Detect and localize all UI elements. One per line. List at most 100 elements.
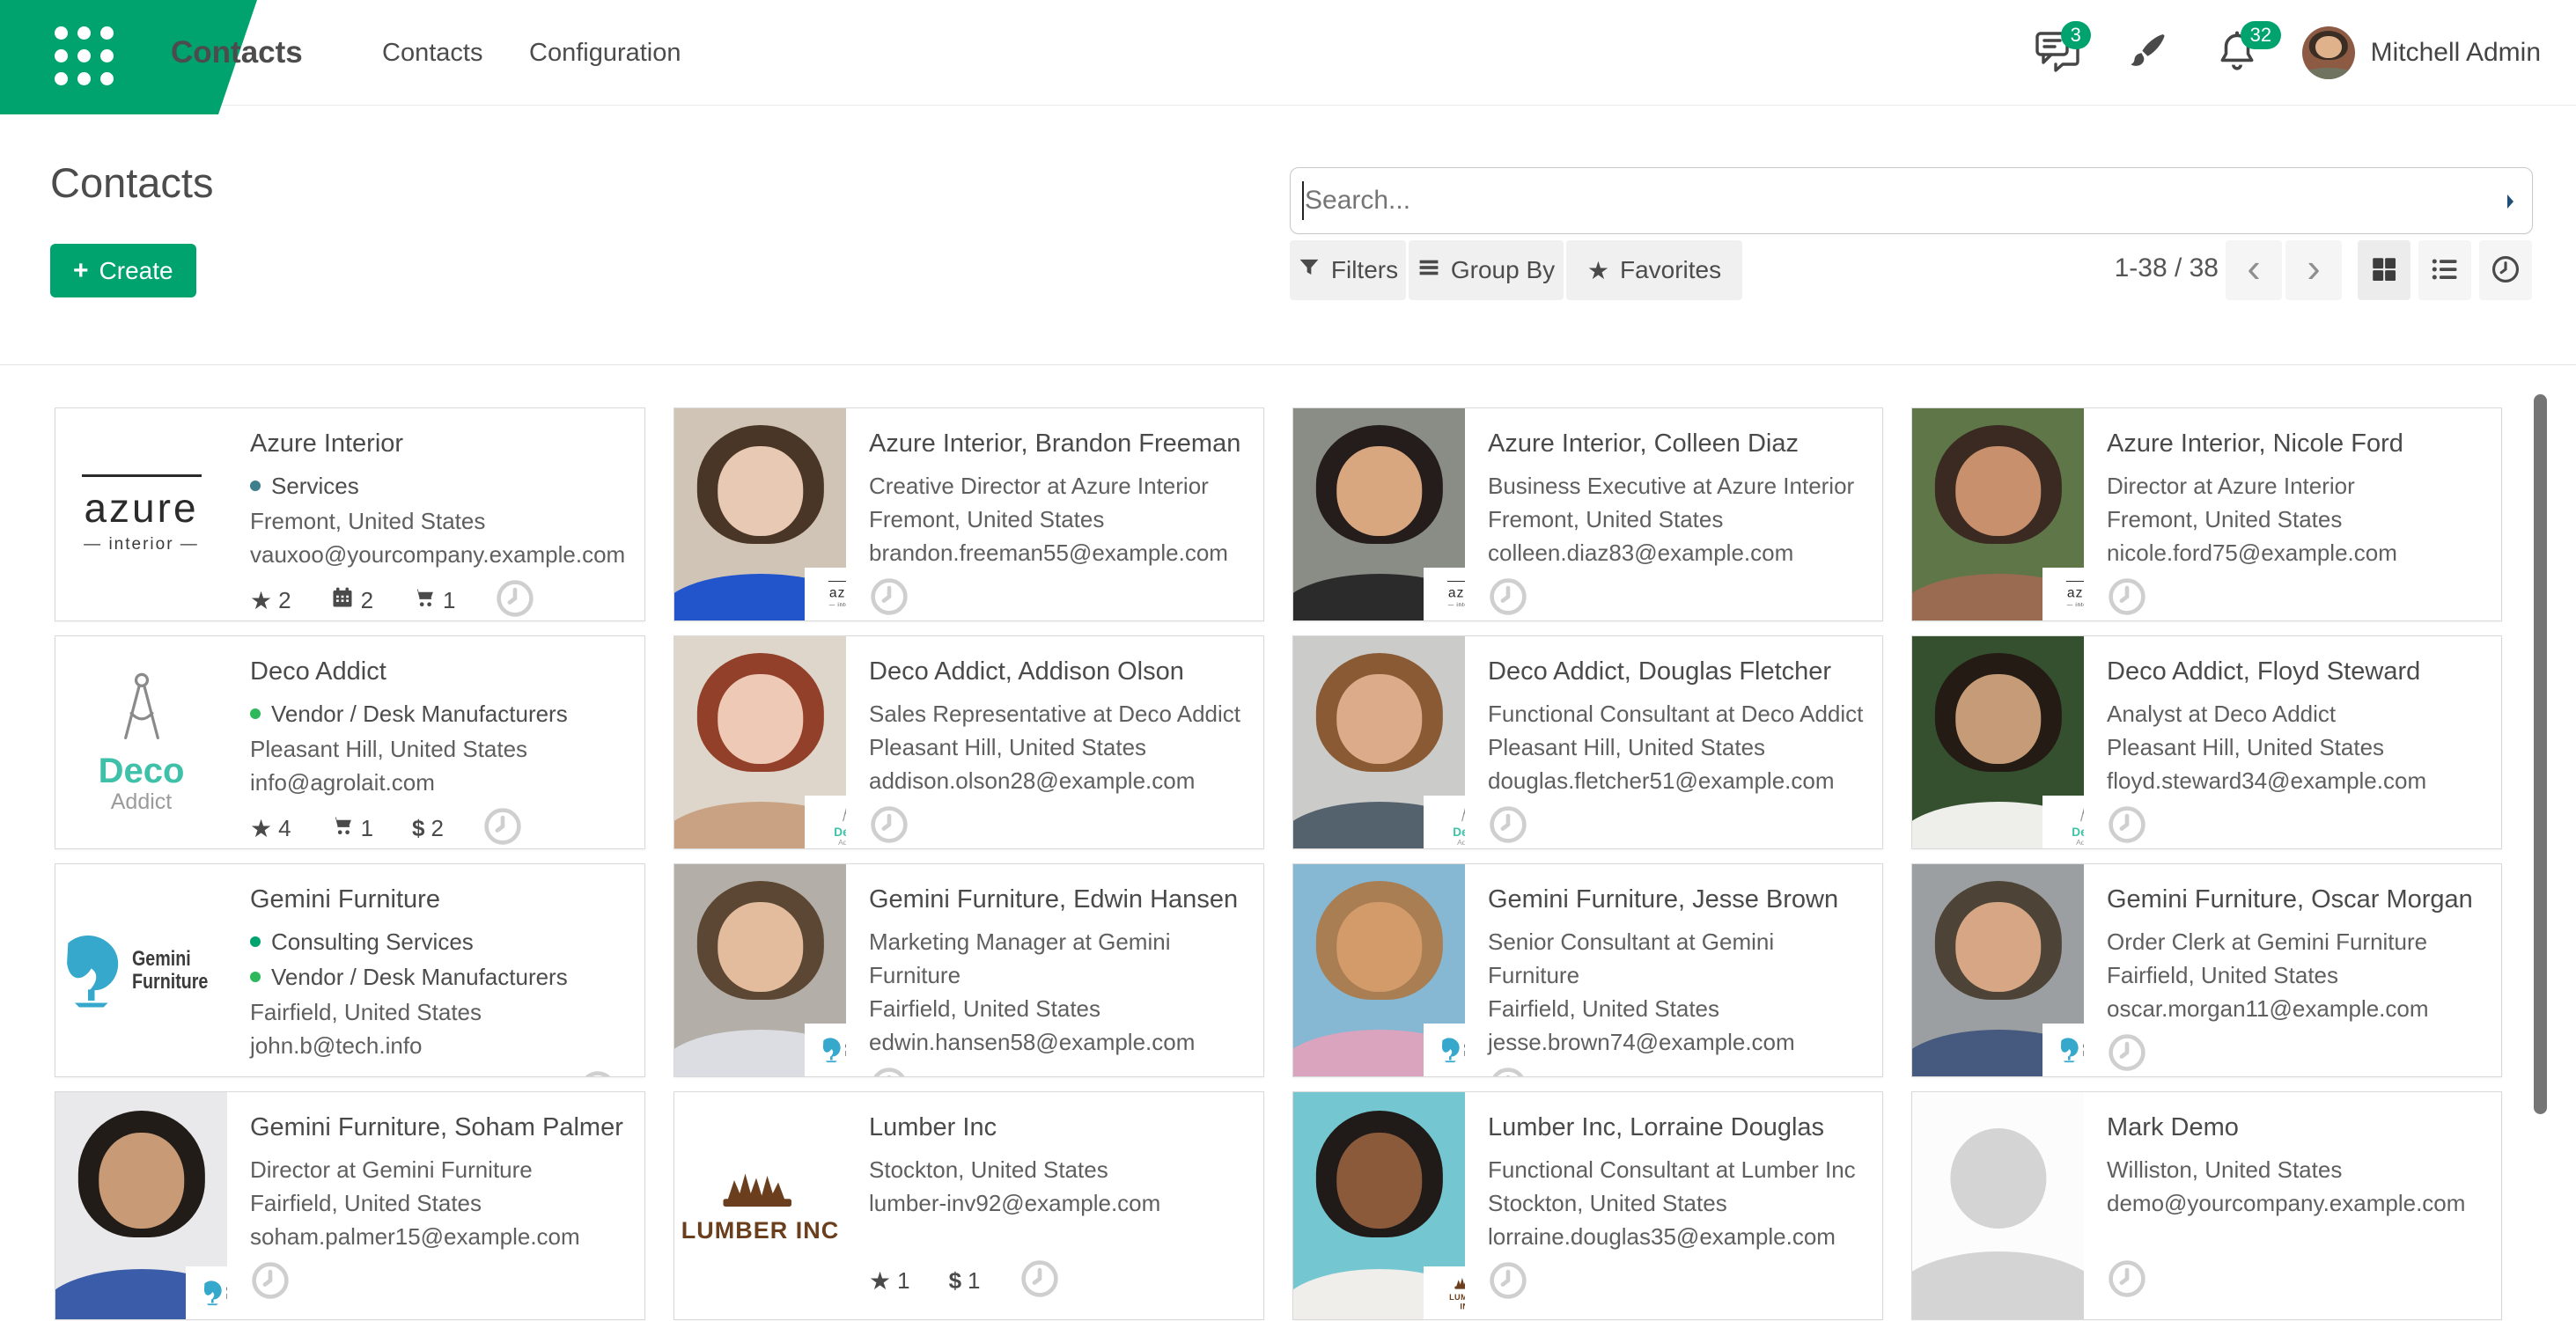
contact-card[interactable]: LUMBER INC Lumber Inc Stockton, United S… <box>673 1091 1264 1320</box>
contact-card-body: Deco Addict Vendor / Desk Manufacturers … <box>227 636 644 848</box>
messages-badge: 3 <box>2061 21 2091 49</box>
activity-clock-icon[interactable] <box>250 1260 291 1305</box>
contact-card[interactable]: Mark Demo Williston, United States demo@… <box>1911 1091 2502 1320</box>
favorites-label: Favorites <box>1620 256 1721 284</box>
contact-image: azure— interior — <box>1293 408 1465 620</box>
contact-image: LUMBER INC <box>1293 1092 1465 1319</box>
contact-card[interactable]: GeminiFurniture Gemini Furniture, Edwin … <box>673 863 1264 1077</box>
contact-card[interactable]: LUMBER INC Lumber Inc, Lorraine Douglas … <box>1292 1091 1883 1320</box>
view-switch-activity[interactable] <box>2479 240 2532 300</box>
group-by-button[interactable]: Group By <box>1409 240 1564 300</box>
badge-count: 4 <box>278 815 291 842</box>
contact-image <box>1912 1092 2084 1319</box>
contact-image: GeminiFurniture <box>1293 864 1465 1076</box>
contact-image: LUMBER INC <box>674 1092 846 1319</box>
pager-previous-button[interactable]: ‹ <box>2226 240 2282 300</box>
deco-addict-logo: DecoAddict <box>2072 797 2084 847</box>
messages-button[interactable]: 3 <box>2033 28 2082 77</box>
tag-dot-icon <box>250 708 261 719</box>
contact-name: Deco Addict, Addison Olson <box>869 657 1251 686</box>
search-input[interactable] <box>1290 167 2533 234</box>
contact-tag: Vendor / Desk Manufacturers <box>250 697 632 730</box>
contact-job-title: Order Clerk at Gemini Furniture <box>2107 925 2489 958</box>
nav-menu-contacts[interactable]: Contacts <box>382 0 482 106</box>
activity-clock-icon[interactable] <box>869 1066 909 1077</box>
activity-clock-icon[interactable] <box>1488 1066 1528 1077</box>
activity-clock-icon[interactable] <box>2107 1259 2147 1303</box>
activity-clock-icon[interactable] <box>1488 576 1528 621</box>
kanban-grid: azure— interior — Azure Interior Service… <box>0 365 2576 1321</box>
contact-card[interactable]: azure— interior — Azure Interior, Nicole… <box>1911 407 2502 621</box>
activity-clock-icon[interactable] <box>869 576 909 621</box>
contact-card[interactable]: DecoAddict Deco Addict, Floyd Steward An… <box>1911 635 2502 849</box>
contact-card[interactable]: azure— interior — Azure Interior Service… <box>55 407 645 621</box>
dollar-badge: $1 <box>949 1267 981 1295</box>
star-badge-icon: ★ <box>869 1269 891 1294</box>
filters-button[interactable]: Filters <box>1290 240 1406 300</box>
contact-card[interactable]: DecoAddict Deco Addict Vendor / Desk Man… <box>55 635 645 849</box>
tag-dot-icon <box>250 972 261 982</box>
activity-clock-icon[interactable] <box>482 806 523 849</box>
contact-card-footer <box>869 797 1251 849</box>
contact-location: Stockton, United States <box>869 1153 1251 1186</box>
contact-card[interactable]: DecoAddict Deco Addict, Addison Olson Sa… <box>673 635 1264 849</box>
contact-location: Stockton, United States <box>1488 1186 1870 1220</box>
contact-card-footer <box>250 1253 632 1305</box>
pager-next-button[interactable]: › <box>2285 240 2342 300</box>
nav-menu-configuration[interactable]: Configuration <box>529 0 681 106</box>
contact-card[interactable]: DecoAddict Deco Addict, Douglas Fletcher… <box>1292 635 1883 849</box>
contact-name: Azure Interior <box>250 429 632 459</box>
azure-interior-logo: azure— interior — <box>82 474 202 554</box>
badge-count: 1 <box>361 815 373 842</box>
contact-card[interactable]: azure— interior — Azure Interior, Collee… <box>1292 407 1883 621</box>
tag-dot-icon <box>250 481 261 491</box>
contact-email: lumber-inv92@example.com <box>869 1186 1251 1220</box>
studio-button[interactable] <box>2123 28 2172 77</box>
activity-view-icon <box>2491 254 2521 287</box>
activities-button[interactable]: 32 <box>2212 28 2262 77</box>
contact-card[interactable]: GeminiFurniture Gemini Furniture Consult… <box>55 863 645 1077</box>
favorites-button[interactable]: ★ Favorites <box>1566 240 1742 300</box>
contact-card[interactable]: azure— interior — Azure Interior, Brando… <box>673 407 1264 621</box>
contact-card[interactable]: GeminiFurniture Gemini Furniture, Jesse … <box>1292 863 1883 1077</box>
contact-location: Fremont, United States <box>2107 503 2489 536</box>
contact-image: GeminiFurniture <box>674 864 846 1076</box>
contact-name: Azure Interior, Nicole Ford <box>2107 429 2489 459</box>
dollar-badge-icon: $ <box>412 815 424 842</box>
activity-clock-icon[interactable] <box>1488 1260 1528 1305</box>
contact-location: Fremont, United States <box>869 503 1251 536</box>
view-switch-list[interactable] <box>2418 240 2471 300</box>
contact-location: Pleasant Hill, United States <box>869 730 1251 764</box>
badge-count: 2 <box>431 815 444 842</box>
activity-clock-icon[interactable] <box>1019 1259 1060 1303</box>
star-badge: ★4 <box>250 815 291 842</box>
cart-badge-icon <box>412 585 437 616</box>
contact-job-title: Creative Director at Azure Interior <box>869 469 1251 503</box>
contact-card-footer <box>1488 797 1870 849</box>
activity-clock-icon[interactable] <box>2107 804 2147 849</box>
contact-card-body: Azure Interior, Nicole Ford Director at … <box>2084 408 2501 620</box>
activity-clock-icon[interactable] <box>869 804 909 849</box>
contact-card-body: Azure Interior, Colleen Diaz Business Ex… <box>1465 408 1882 620</box>
badge-count: 1 <box>968 1267 980 1295</box>
user-menu[interactable]: Mitchell Admin <box>2302 26 2541 79</box>
create-button-label: Create <box>99 257 173 285</box>
list-view-icon <box>2429 253 2461 288</box>
activity-clock-icon[interactable] <box>578 1069 618 1077</box>
systray: 3 32 <box>2033 0 2541 106</box>
contact-tag: Consulting Services <box>250 925 632 958</box>
activity-clock-icon[interactable] <box>2107 1032 2147 1077</box>
contact-card-footer <box>2107 1251 2489 1303</box>
activity-clock-icon[interactable] <box>2107 576 2147 621</box>
activity-clock-icon[interactable] <box>495 578 535 621</box>
activity-clock-icon[interactable] <box>1488 804 1528 849</box>
contact-image: DecoAddict <box>674 636 846 848</box>
contact-email: info@agrolait.com <box>250 766 632 799</box>
app-brand[interactable]: Contacts <box>171 0 303 106</box>
group-by-icon <box>1417 256 1440 285</box>
view-switch-kanban[interactable] <box>2358 240 2410 300</box>
contact-card[interactable]: GeminiFurniture Gemini Furniture, Soham … <box>55 1091 645 1320</box>
vertical-scrollbar-thumb[interactable] <box>2534 394 2547 1114</box>
create-button[interactable]: + Create <box>50 244 196 297</box>
contact-card[interactable]: GeminiFurniture Gemini Furniture, Oscar … <box>1911 863 2502 1077</box>
